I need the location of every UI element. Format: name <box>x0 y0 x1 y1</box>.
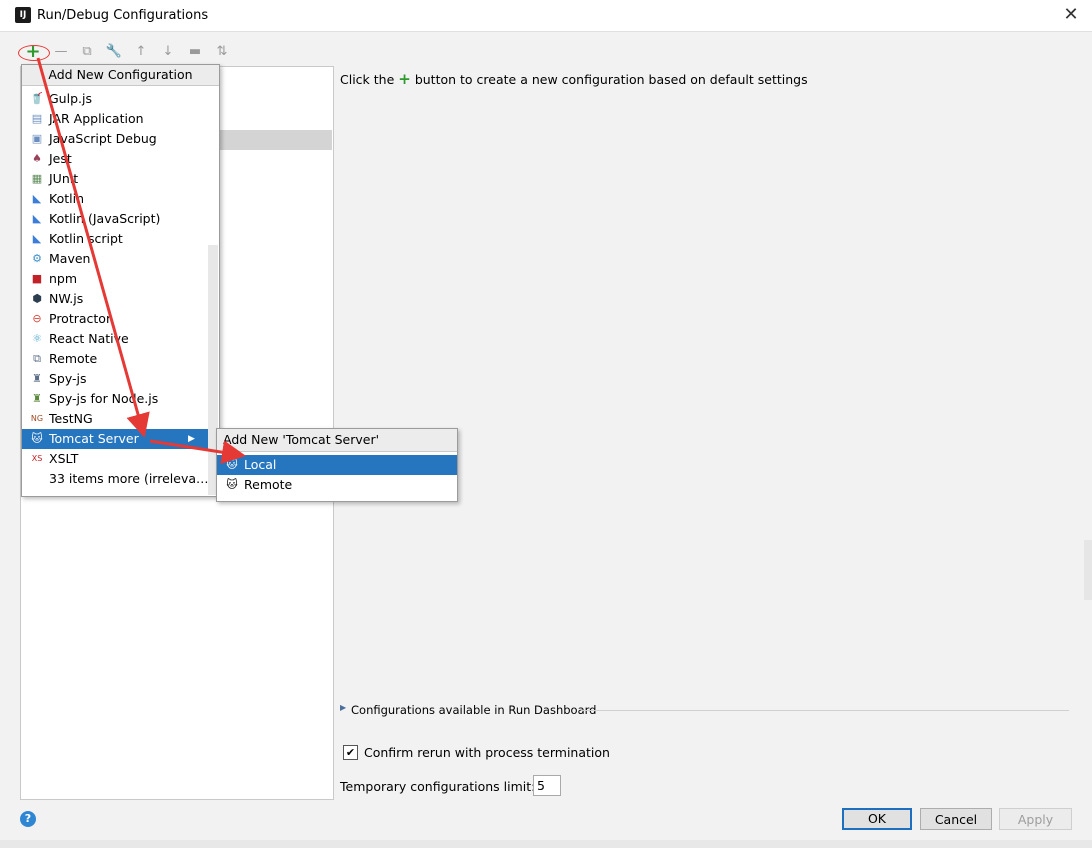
annotation-arrow-to-local <box>149 439 246 465</box>
annotation-arrows <box>36 57 246 465</box>
annotation-arrow-to-tomcat <box>36 57 150 438</box>
